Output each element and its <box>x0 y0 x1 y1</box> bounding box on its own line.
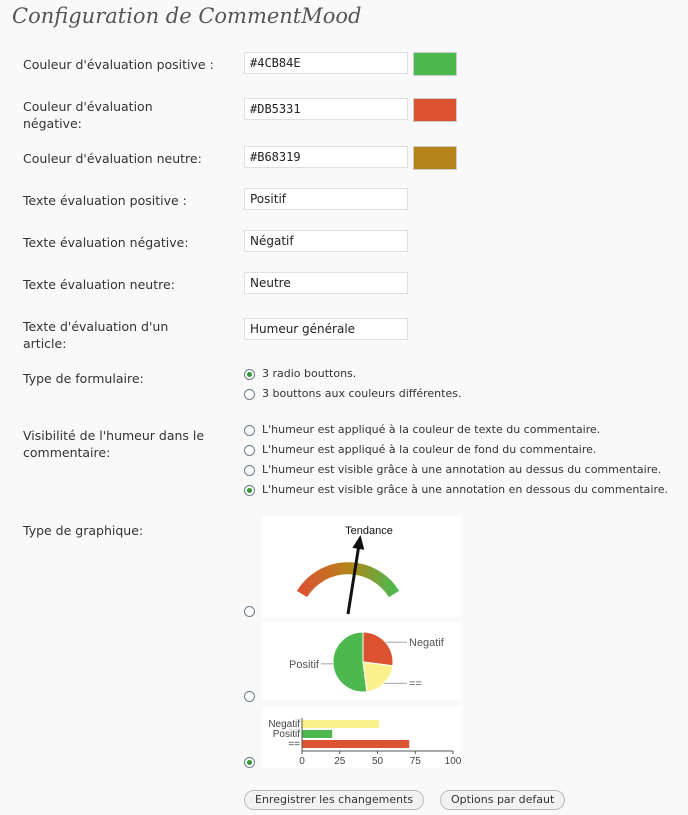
pie-label: == <box>409 678 422 690</box>
pie-label: Negatif <box>409 637 445 649</box>
chart-type-radio[interactable] <box>244 691 255 702</box>
bar-x-tick-label: 25 <box>334 756 346 767</box>
bar-x-tick-label: 100 <box>445 756 462 767</box>
bar-x-tick-label: 75 <box>410 756 422 767</box>
visibility-label: Visibilité de l'humeur dans le commentai… <box>23 428 205 460</box>
visibility-option: L'humeur est visible grâce à une annotat… <box>262 483 669 496</box>
form-type-label: Type de formulaire: <box>23 371 144 386</box>
positive-text-input[interactable] <box>244 188 408 210</box>
negative-color-label: Couleur d'évaluation négative: <box>23 99 153 131</box>
chart-type-radio[interactable] <box>244 757 255 768</box>
gauge-needle-arrowhead <box>352 534 365 550</box>
pie-chart-svg: Negatif == Positif <box>289 631 445 693</box>
pie-chart-preview[interactable]: Negatif == Positif <box>262 622 462 700</box>
neutral-color-swatch[interactable] <box>413 146 457 170</box>
form-type-radio[interactable] <box>244 369 255 380</box>
gauge-chart-svg: Tendance <box>296 525 400 615</box>
bar-category-label: == <box>288 739 300 750</box>
gauge-title: Tendance <box>345 525 393 537</box>
bar-x-tick-label: 50 <box>372 756 384 767</box>
visibility-radio[interactable] <box>244 445 255 456</box>
gauge-chart-preview[interactable]: Tendance <box>262 516 462 617</box>
bar <box>302 720 380 728</box>
form-type-option: 3 radio bouttons. <box>262 367 357 380</box>
positive-text-label: Texte évaluation positive : <box>23 193 187 208</box>
visibility-option: L'humeur est appliqué à la couleur de te… <box>262 423 601 436</box>
negative-color-input[interactable] <box>244 98 408 120</box>
bar <box>302 740 410 748</box>
article-text-label: Texte d'évaluation d'un article: <box>23 319 169 351</box>
chart-type-radio[interactable] <box>244 606 255 617</box>
defaults-button[interactable]: Options par defaut <box>440 790 566 810</box>
bar-chart-svg: NegatifPositif==0 25 50 75 100 <box>268 718 462 767</box>
pie-label: Positif <box>289 659 320 671</box>
visibility-radio[interactable] <box>244 465 255 476</box>
visibility-radio[interactable] <box>244 485 255 496</box>
pie-slice <box>362 661 394 693</box>
article-text-input[interactable] <box>244 318 408 340</box>
neutral-text-input[interactable] <box>244 272 408 294</box>
negative-text-label: Texte évaluation négative: <box>23 235 189 250</box>
visibility-option: L'humeur est appliqué à la couleur de fo… <box>262 443 597 456</box>
visibility-radio[interactable] <box>244 425 255 436</box>
positive-color-swatch[interactable] <box>413 52 457 76</box>
save-button[interactable]: Enregistrer les changements <box>244 790 425 810</box>
form-type-radio[interactable] <box>244 389 255 400</box>
neutral-color-label: Couleur d'évaluation neutre: <box>23 151 202 166</box>
page-title: Configuration de CommentMood <box>12 4 362 28</box>
negative-color-swatch[interactable] <box>413 98 457 122</box>
negative-text-input[interactable] <box>244 230 408 252</box>
positive-color-input[interactable] <box>244 52 408 74</box>
gauge-needle <box>346 542 361 615</box>
chart-type-label: Type de graphique: <box>23 523 144 538</box>
gauge-arc <box>296 562 400 598</box>
form-type-option: 3 bouttons aux couleurs différentes. <box>262 387 462 400</box>
neutral-text-label: Texte évaluation neutre: <box>23 277 175 292</box>
visibility-option: L'humeur est visible grâce à une annotat… <box>262 463 662 476</box>
positive-color-label: Couleur d'évaluation positive : <box>23 57 214 72</box>
pie-slice <box>362 631 394 667</box>
bar <box>302 730 333 738</box>
neutral-color-input[interactable] <box>244 146 408 168</box>
pie-slice <box>332 631 368 693</box>
bar-x-tick-label: 0 <box>299 756 305 767</box>
bar-chart-preview[interactable]: Negatif Positif == 0 25 50 75 100 <box>262 706 462 768</box>
